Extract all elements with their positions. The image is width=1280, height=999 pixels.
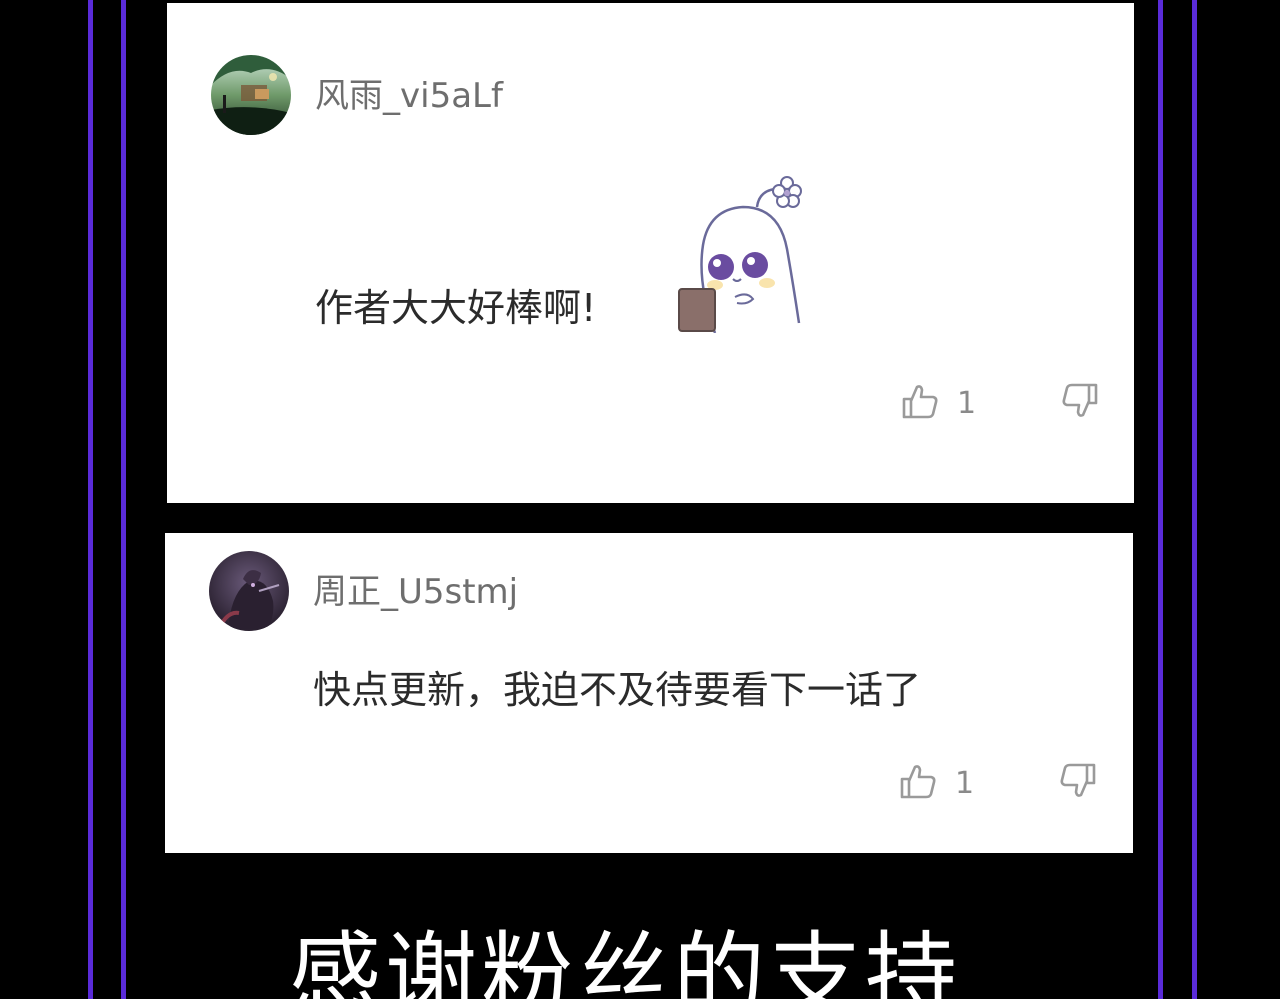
comment-card: 风雨_vi5aLf 作者大大好棒啊! 1 [167, 3, 1134, 503]
comment-text: 快点更新，我迫不及待要看下一话了 [313, 668, 922, 712]
right-outer-border-line [1192, 0, 1197, 999]
thumbs-up-icon[interactable] [898, 761, 938, 801]
avatar[interactable] [209, 551, 289, 631]
ghost-sticker-icon [678, 176, 802, 333]
username[interactable]: 风雨_vi5aLf [315, 79, 503, 113]
thanks-banner-text: 感谢粉丝的支持 [288, 922, 961, 999]
comic-panel: 风雨_vi5aLf 作者大大好棒啊! 1 周正_U5stmj 快点更新，我迫不及… [0, 0, 1280, 999]
avatar[interactable] [211, 55, 291, 135]
like-count: 1 [957, 386, 977, 421]
thumbs-down-icon[interactable] [1058, 761, 1098, 801]
thumbs-up-icon[interactable] [900, 381, 940, 421]
comment-text: 作者大大好棒啊! [315, 286, 597, 330]
left-outer-border-line [88, 0, 93, 999]
username[interactable]: 周正_U5stmj [313, 575, 518, 609]
right-inner-border-line [1158, 0, 1163, 999]
comment-card: 周正_U5stmj 快点更新，我迫不及待要看下一话了 1 [165, 533, 1133, 853]
like-count: 1 [955, 766, 975, 801]
left-inner-border-line [121, 0, 126, 999]
thumbs-down-icon[interactable] [1060, 381, 1100, 421]
